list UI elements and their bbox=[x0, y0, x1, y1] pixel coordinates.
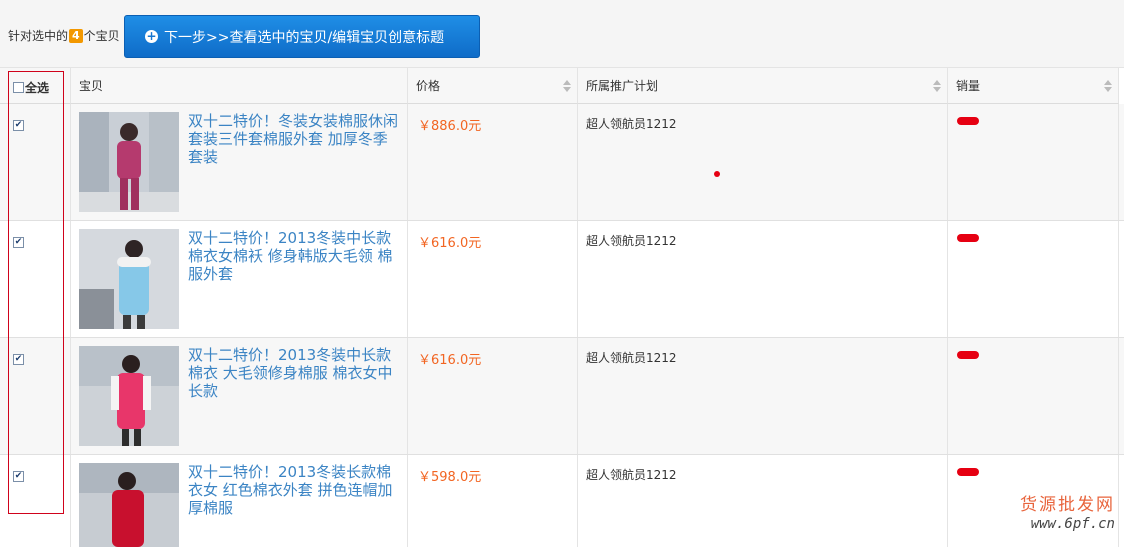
watermark-title: 货源批发网 bbox=[1020, 495, 1115, 515]
product-price: ￥598.0元 bbox=[418, 470, 482, 485]
selection-summary: 针对选中的 4 个宝贝 bbox=[8, 27, 120, 44]
product-thumbnail[interactable] bbox=[79, 463, 179, 547]
product-title-link[interactable]: 双十二特价！冬装女装棉服休闲套装三件套棉服外套 加厚冬季套装 bbox=[188, 112, 398, 166]
table-row: 双十二特价！2013冬装中长款棉衣 大毛领修身棉服 棉衣女中长款 ￥616.0元… bbox=[0, 338, 1124, 455]
row-checkbox[interactable] bbox=[13, 237, 24, 248]
table-row: 双十二特价！冬装女装棉服休闲套装三件套棉服外套 加厚冬季套装 ￥886.0元 超… bbox=[0, 104, 1124, 221]
select-all-checkbox[interactable] bbox=[13, 82, 24, 93]
row-checkbox[interactable] bbox=[13, 354, 24, 365]
promotion-plan: 超人领航员1212 bbox=[586, 117, 677, 131]
sort-icon[interactable] bbox=[563, 80, 571, 93]
header-select-all: 全选 bbox=[0, 68, 71, 104]
header-sales[interactable]: 销量 bbox=[948, 68, 1119, 104]
promotion-plan: 超人领航员1212 bbox=[586, 351, 677, 365]
header-item: 宝贝 bbox=[71, 68, 408, 104]
sales-redacted-mark bbox=[957, 351, 979, 359]
selection-suffix: 个宝贝 bbox=[83, 29, 120, 43]
row-checkbox[interactable] bbox=[13, 471, 24, 482]
selection-count-badge: 4 bbox=[69, 28, 83, 43]
selection-prefix: 针对选中的 bbox=[8, 29, 69, 43]
product-title-link[interactable]: 双十二特价！2013冬装中长款棉衣女棉袄 修身韩版大毛领 棉服外套 bbox=[188, 229, 398, 283]
product-thumbnail[interactable] bbox=[79, 112, 179, 212]
sales-redacted-mark bbox=[957, 234, 979, 242]
product-title-link[interactable]: 双十二特价！2013冬装中长款棉衣 大毛领修身棉服 棉衣女中长款 bbox=[188, 346, 398, 400]
product-price: ￥616.0元 bbox=[418, 353, 482, 368]
product-thumbnail[interactable] bbox=[79, 346, 179, 446]
header-plan-label: 所属推广计划 bbox=[586, 79, 659, 93]
plus-circle-icon: + bbox=[145, 29, 158, 43]
sort-icon[interactable] bbox=[933, 80, 941, 93]
annotation-dot bbox=[714, 171, 720, 177]
header-item-label: 宝贝 bbox=[79, 79, 104, 93]
site-watermark: 货源批发网 www.6pf.cn bbox=[975, 490, 1123, 542]
next-step-button[interactable]: + 下一步>>查看选中的宝贝/编辑宝贝创意标题 bbox=[124, 15, 480, 58]
promotion-plan: 超人领航员1212 bbox=[586, 468, 677, 482]
header-price[interactable]: 价格 bbox=[408, 68, 578, 104]
promotion-plan: 超人领航员1212 bbox=[586, 234, 677, 248]
product-price: ￥616.0元 bbox=[418, 236, 482, 251]
table-row: 双十二特价！2013冬装中长款棉衣女棉袄 修身韩版大毛领 棉服外套 ￥616.0… bbox=[0, 221, 1124, 338]
select-all-label: 全选 bbox=[25, 81, 50, 95]
watermark-url: www.6pf.cn bbox=[1030, 516, 1115, 532]
product-title-link[interactable]: 双十二特价！2013冬装长款棉衣女 红色棉衣外套 拼色连帽加厚棉服 bbox=[188, 463, 398, 517]
product-thumbnail[interactable] bbox=[79, 229, 179, 329]
product-price: ￥886.0元 bbox=[418, 119, 482, 134]
header-sales-label: 销量 bbox=[956, 79, 981, 93]
selection-toolbar: 针对选中的 4 个宝贝 + 下一步>>查看选中的宝贝/编辑宝贝创意标题 bbox=[0, 0, 1124, 68]
table-row: 双十二特价！2013冬装长款棉衣女 红色棉衣外套 拼色连帽加厚棉服 ￥598.0… bbox=[0, 455, 1124, 547]
row-checkbox[interactable] bbox=[13, 120, 24, 131]
sales-redacted-mark bbox=[957, 468, 979, 476]
next-step-label: 下一步>>查看选中的宝贝/编辑宝贝创意标题 bbox=[164, 29, 445, 46]
sales-redacted-mark bbox=[957, 117, 979, 125]
sort-icon[interactable] bbox=[1104, 80, 1112, 93]
header-price-label: 价格 bbox=[416, 79, 441, 93]
header-plan[interactable]: 所属推广计划 bbox=[578, 68, 948, 104]
